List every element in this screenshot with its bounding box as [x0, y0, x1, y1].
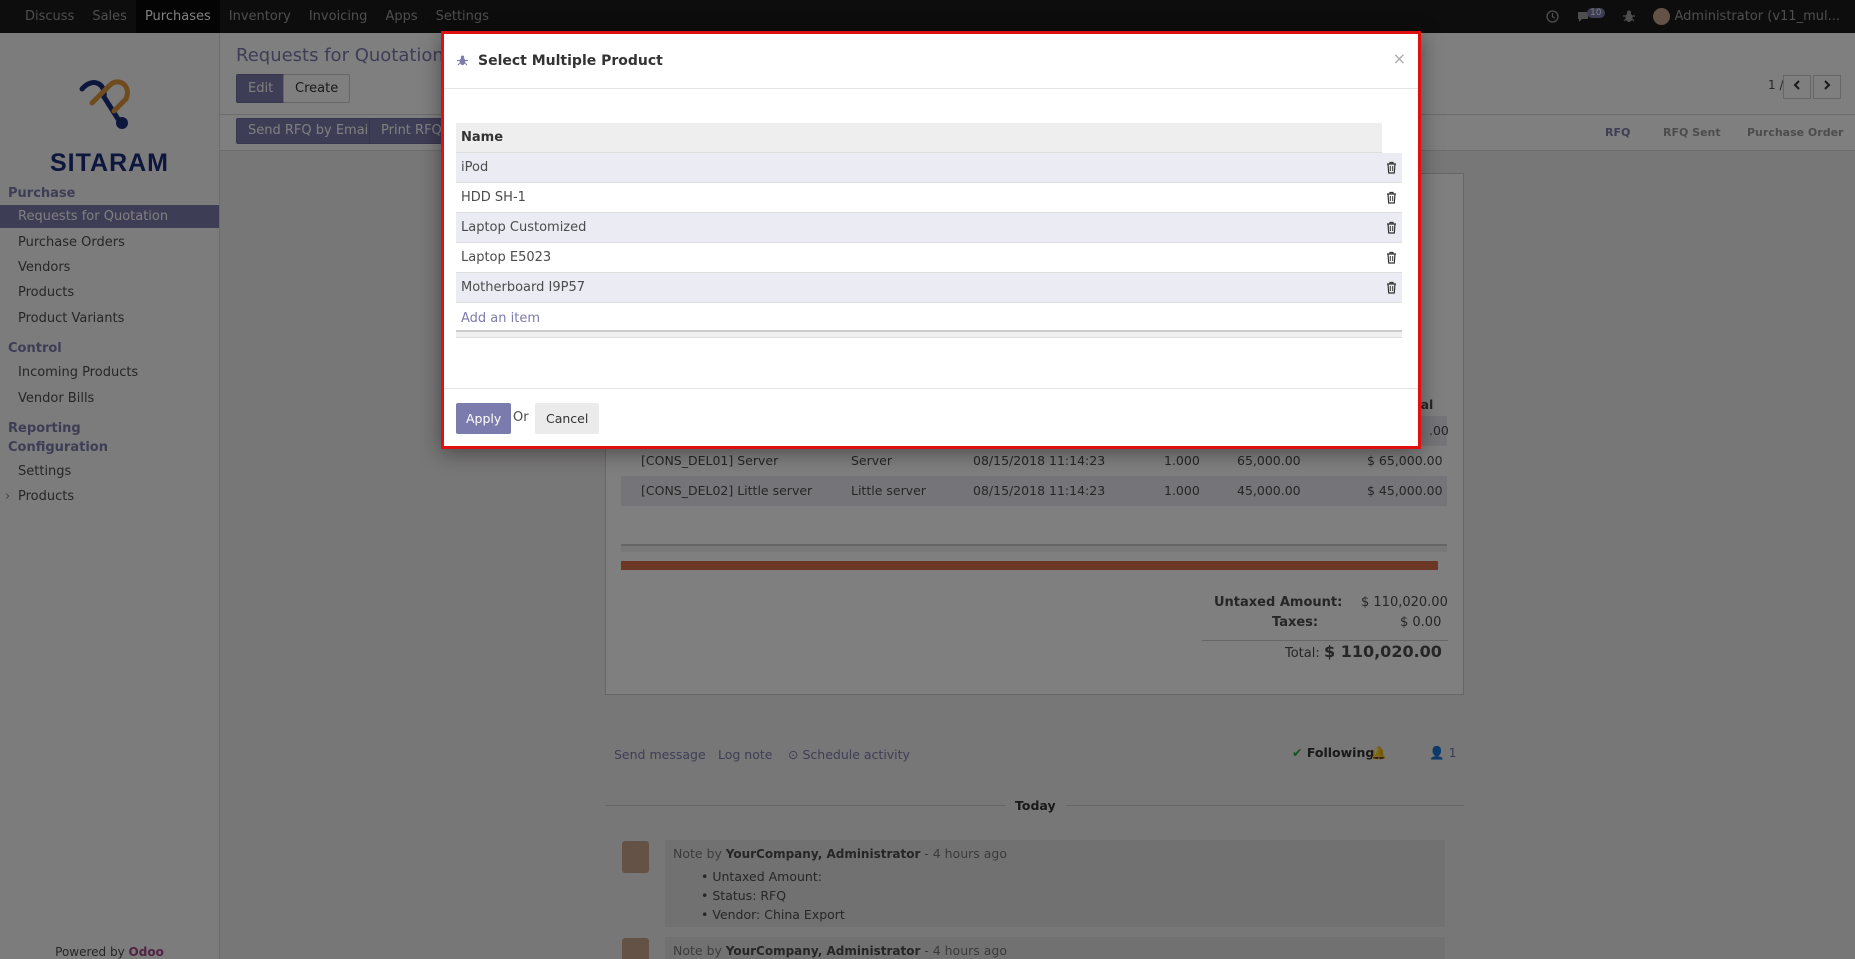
trash-icon[interactable]	[1386, 281, 1397, 294]
list-item[interactable]: Motherboard I9P57	[456, 273, 1402, 303]
modal-title: Select Multiple Product	[478, 53, 663, 69]
modal-footer-divider	[444, 388, 1418, 389]
or-label: Or	[513, 410, 529, 425]
list-item[interactable]: Laptop Customized	[456, 213, 1402, 243]
cancel-button[interactable]: Cancel	[535, 403, 600, 434]
product-name: HDD SH-1	[461, 190, 526, 205]
trash-icon[interactable]	[1386, 191, 1397, 204]
product-name: Laptop Customized	[461, 220, 587, 235]
close-icon[interactable]: ×	[1393, 49, 1406, 68]
column-header-name[interactable]: Name	[456, 123, 1382, 153]
bug-icon	[457, 55, 468, 66]
trash-icon[interactable]	[1386, 161, 1397, 174]
trash-icon[interactable]	[1386, 251, 1397, 264]
trash-icon[interactable]	[1386, 221, 1397, 234]
modal-header: Select Multiple Product ×	[444, 34, 1418, 89]
list-item[interactable]: Laptop E5023	[456, 243, 1402, 273]
select-multiple-product-dialog: Select Multiple Product × Name iPod HDD …	[441, 31, 1421, 449]
list-item[interactable]: HDD SH-1	[456, 183, 1402, 213]
column-header-label: Name	[461, 130, 504, 145]
apply-button[interactable]: Apply	[456, 403, 512, 434]
product-name: iPod	[461, 160, 489, 175]
product-name: Laptop E5023	[461, 250, 552, 265]
list-footer	[456, 330, 1402, 338]
product-name: Motherboard I9P57	[461, 280, 586, 295]
list-item[interactable]: iPod	[456, 153, 1402, 183]
add-item-link[interactable]: Add an item	[461, 311, 540, 326]
